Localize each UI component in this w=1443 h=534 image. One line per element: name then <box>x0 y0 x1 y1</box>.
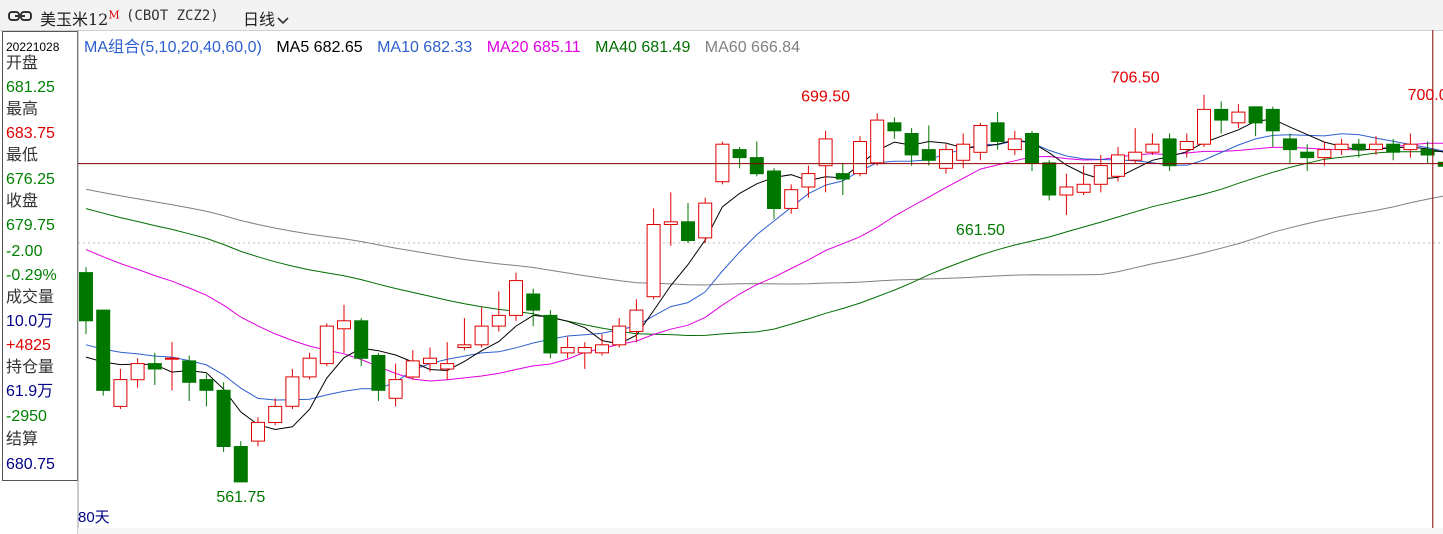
candle-up <box>1403 143 1418 151</box>
candle-up <box>560 347 575 354</box>
candle-down <box>887 122 902 132</box>
candle-down <box>921 149 936 161</box>
candle-up <box>629 309 644 333</box>
candle-up <box>956 143 971 161</box>
candle-down <box>371 355 386 391</box>
price-annotation: 706.50 <box>1111 70 1160 87</box>
candle-up <box>1369 143 1383 151</box>
candle-up <box>423 357 437 365</box>
days-label: 80天 <box>78 509 110 526</box>
candle-down <box>1214 108 1229 121</box>
candle-up <box>1007 138 1022 151</box>
candle-up <box>285 376 300 407</box>
candle-up <box>302 357 317 378</box>
ma10-line <box>85 133 1443 401</box>
ma60-line <box>85 188 1443 286</box>
candle-up <box>939 149 953 169</box>
candle-up <box>1093 165 1108 185</box>
candle-down <box>526 293 541 311</box>
ma20-line <box>85 142 1443 382</box>
candle-up <box>1231 111 1246 124</box>
candle-down <box>1265 108 1280 132</box>
candle-down <box>1162 138 1177 167</box>
candle-up <box>973 125 988 153</box>
candle-down <box>990 122 1005 143</box>
candle-up <box>612 325 627 346</box>
candle-down <box>96 309 111 391</box>
candle-down <box>1351 143 1366 151</box>
price-annotation: 699.50 <box>801 88 850 105</box>
candle-up <box>663 221 678 226</box>
candle-up <box>1334 143 1349 151</box>
candle-down <box>79 272 93 322</box>
candle-down <box>1386 143 1401 153</box>
candle-up <box>440 363 455 370</box>
candle-up <box>1111 154 1125 177</box>
price-annotation: 561.75 <box>216 489 265 506</box>
candle-up <box>1128 151 1143 161</box>
candle-up <box>784 189 799 209</box>
candle-up <box>337 320 351 330</box>
candle-up <box>165 357 179 360</box>
candle-up <box>130 363 145 381</box>
candle-up <box>870 119 885 164</box>
candle-up <box>1197 108 1211 145</box>
candle-up <box>801 173 816 188</box>
candle-down <box>1283 138 1297 151</box>
candle-up <box>853 141 867 175</box>
candle-down <box>1025 133 1039 164</box>
candles-group <box>79 94 1443 483</box>
candle-down <box>904 133 919 156</box>
candle-up <box>405 360 420 378</box>
candle-down <box>767 170 781 209</box>
candle-up <box>595 344 609 354</box>
candle-up <box>698 202 713 239</box>
candle-up <box>319 325 334 365</box>
candle-up <box>491 314 506 327</box>
candle-down <box>1248 106 1263 124</box>
candle-up <box>388 379 403 399</box>
candle-up <box>268 405 283 423</box>
candle-down <box>354 320 369 359</box>
candle-up <box>715 143 730 183</box>
candle-up <box>251 421 265 442</box>
candle-down <box>147 363 162 370</box>
candle-up <box>1059 186 1074 196</box>
candle-up <box>1145 143 1160 153</box>
candle-up <box>646 224 661 298</box>
indicator-strip <box>78 528 1443 534</box>
candle-down <box>732 149 747 159</box>
candle-down <box>1420 149 1435 156</box>
candle-down <box>835 173 850 180</box>
candle-down <box>681 221 695 242</box>
price-annotation: 700.0 <box>1408 87 1443 104</box>
candle-down <box>1437 161 1443 167</box>
candle-up <box>474 325 489 346</box>
candle-up <box>1076 183 1091 193</box>
candle-up <box>457 344 472 348</box>
candle-down <box>543 314 558 354</box>
candle-down <box>1300 151 1315 159</box>
candle-down <box>182 360 197 383</box>
candlestick-chart[interactable]: 561.75 699.50 706.50 661.50 700.0 <box>0 0 1443 534</box>
candle-up <box>577 347 592 354</box>
candle-down <box>1042 162 1057 196</box>
candle-down <box>216 389 231 447</box>
candle-down <box>199 379 214 391</box>
price-annotation: 661.50 <box>956 222 1005 239</box>
candle-down <box>749 157 764 175</box>
candle-up <box>1317 149 1332 159</box>
candle-up <box>1179 141 1194 150</box>
candle-up <box>113 379 128 407</box>
candle-down <box>233 446 248 483</box>
candle-up <box>509 280 523 316</box>
candle-up <box>818 138 833 167</box>
